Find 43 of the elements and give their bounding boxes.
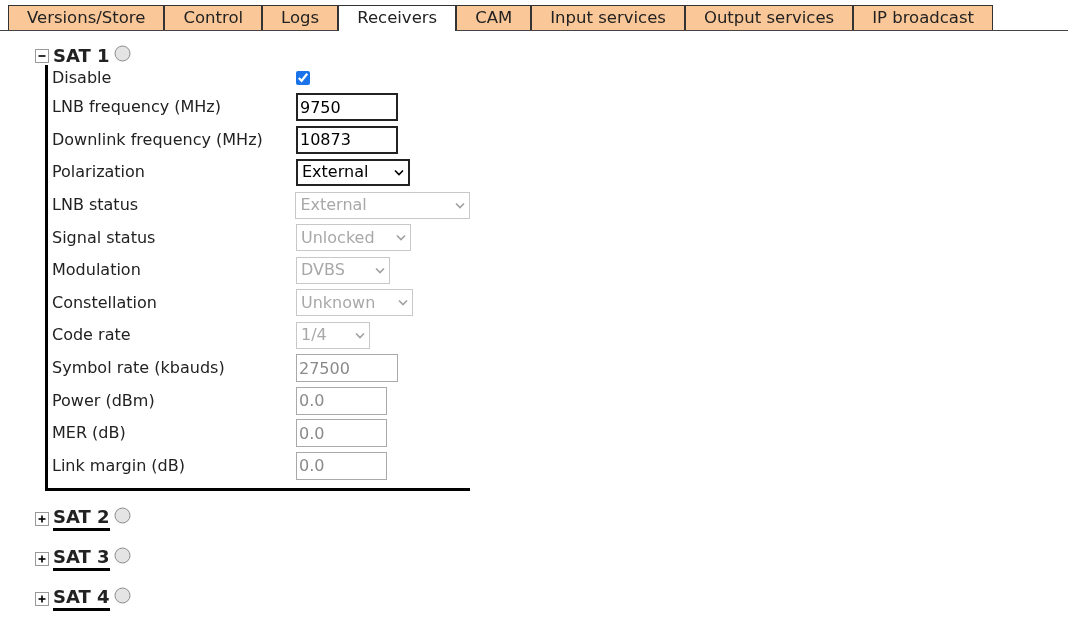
field-label: Polarization (52, 161, 146, 184)
status-dot-icon (113, 507, 131, 525)
chevron-icon (455, 201, 465, 209)
tab[interactable]: Versions/Store (8, 5, 165, 30)
expand-icon[interactable] (35, 591, 49, 606)
field-label: Signal status (52, 226, 157, 249)
input-field[interactable]: 9750 (296, 93, 398, 122)
tab[interactable]: Control (164, 5, 263, 30)
status-dot-icon (113, 44, 131, 62)
receiver-title: SAT 1 (53, 45, 110, 67)
collapse-icon[interactable] (35, 49, 49, 63)
field-label: Code rate (52, 324, 132, 347)
status-dot-icon (113, 547, 131, 565)
tab[interactable]: IP broadcast (853, 5, 994, 30)
tab[interactable]: CAM (456, 5, 532, 30)
field-label: Power (dBm) (52, 389, 156, 412)
field-label: Constellation (52, 291, 158, 314)
receiver-title: SAT 4 (53, 586, 110, 612)
expand-icon[interactable] (35, 511, 49, 526)
receiver-title: SAT 3 (53, 546, 110, 572)
tab[interactable]: Output services (684, 5, 854, 30)
field-label: Symbol rate (kbauds) (52, 357, 226, 380)
status-dot-icon (113, 587, 131, 605)
field-label: LNB status (52, 194, 140, 217)
receiver-title: SAT 2 (53, 506, 110, 532)
tab[interactable]: Receivers (338, 5, 457, 31)
select-dropdown[interactable]: External (296, 159, 410, 186)
field-label: Disable (52, 67, 113, 89)
input-field[interactable]: 10873 (296, 125, 398, 154)
tab[interactable]: Input services (531, 5, 685, 30)
chevron-icon (394, 169, 404, 176)
expand-icon[interactable] (35, 551, 49, 566)
disable-checkbox[interactable] (296, 71, 310, 85)
chevron-icon (398, 299, 408, 307)
tab[interactable]: Logs (262, 5, 339, 30)
field-label: Downlink frequency (MHz) (52, 128, 264, 151)
field-label: Link margin (dB) (52, 454, 186, 477)
field-label: MER (dB) (52, 422, 127, 445)
chevron-icon (375, 266, 385, 274)
chevron-icon (355, 331, 365, 339)
field-label: LNB frequency (MHz) (52, 96, 222, 119)
field-label: Modulation (52, 259, 142, 282)
chevron-icon (396, 234, 406, 242)
